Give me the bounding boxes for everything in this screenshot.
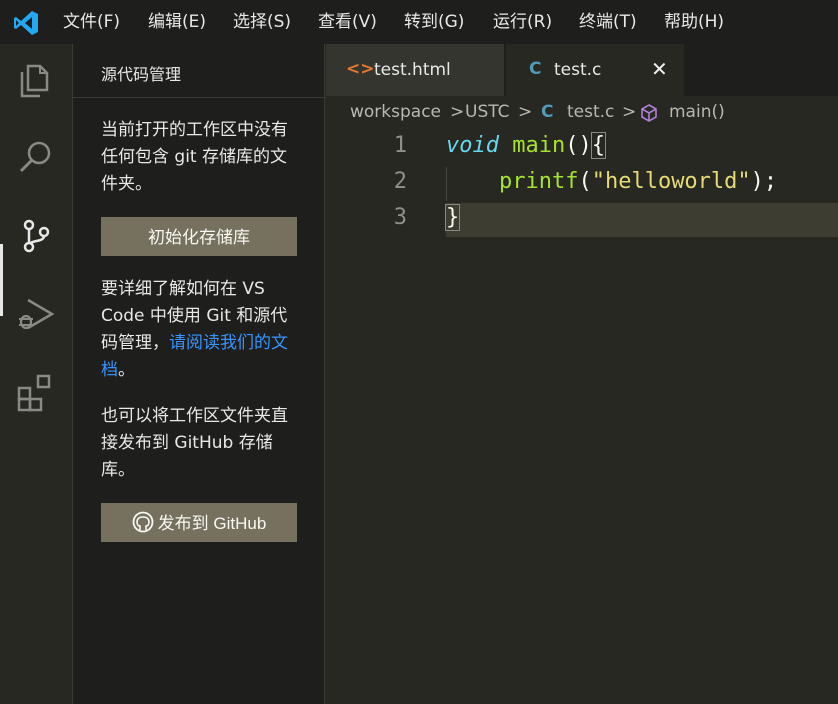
chevron-right-icon: >	[518, 102, 533, 122]
tab-test-html[interactable]: <> test.html	[326, 44, 504, 96]
line-number: 1	[393, 133, 407, 158]
tab-test-c[interactable]: C test.c ✕	[506, 44, 684, 96]
menu-file[interactable]: 文件(F)	[63, 11, 120, 33]
github-icon	[132, 511, 154, 533]
activity-search[interactable]	[0, 122, 72, 192]
breadcrumb-ustc[interactable]: USTC	[465, 102, 510, 122]
menu-run[interactable]: 运行(R)	[493, 11, 552, 33]
code-line-3: }	[444, 204, 461, 231]
line-number: 2	[393, 169, 407, 194]
close-brace: }	[444, 204, 461, 231]
code-editor[interactable]: 1 2 3 void main(){ printf("helloworld");…	[326, 130, 838, 704]
tab-label: test.html	[374, 60, 451, 80]
open-paren: (	[578, 169, 592, 194]
menu-selection[interactable]: 选择(S)	[233, 11, 291, 33]
code-line-2: printf("helloworld");	[446, 169, 777, 194]
parens: ()	[565, 133, 592, 158]
c-file-icon: C	[529, 59, 542, 79]
search-icon	[19, 141, 51, 173]
chevron-right-icon: >	[622, 102, 637, 122]
c-file-icon: C	[541, 102, 554, 122]
menu-go[interactable]: 转到(G)	[404, 11, 464, 33]
breadcrumb-test-c[interactable]: test.c	[567, 102, 614, 122]
active-indicator	[0, 244, 3, 316]
breadcrumb-main[interactable]: main()	[669, 102, 725, 122]
title-bar: 文件(F) 编辑(E) 选择(S) 查看(V) 转到(G) 运行(R) 终端(T…	[0, 0, 838, 44]
publish-button-label: 发布到 GitHub	[157, 514, 267, 533]
run-debug-icon	[19, 298, 55, 330]
editor-tabs: <> test.html C test.c ✕	[326, 44, 838, 96]
publish-to-github-button[interactable]: 发布到 GitHub	[101, 503, 297, 542]
publish-message: 也可以将工作区文件夹直接发布到 GitHub 存储库。	[101, 406, 288, 480]
divider	[73, 97, 326, 98]
breadcrumb-workspace[interactable]: workspace	[350, 102, 441, 122]
activity-source-control[interactable]	[0, 200, 72, 270]
current-line-highlight	[446, 203, 838, 237]
html-file-icon: <>	[346, 59, 375, 79]
no-repo-message: 当前打开的工作区中没有任何包含 git 存储库的文件夹。	[101, 120, 288, 194]
initialize-repository-button[interactable]: 初始化存储库	[101, 217, 297, 256]
extensions-icon	[17, 374, 51, 412]
tab-label: test.c	[554, 60, 602, 80]
menu-view[interactable]: 查看(V)	[318, 11, 377, 33]
string-literal: "helloworld"	[591, 169, 751, 194]
chevron-right-icon: >	[450, 102, 465, 122]
close-icon[interactable]: ✕	[651, 57, 668, 81]
vscode-logo-icon	[14, 11, 38, 35]
menu-edit[interactable]: 编辑(E)	[148, 11, 206, 33]
keyword-void: void	[446, 133, 499, 158]
docs-message: 要详细了解如何在 VS Code 中使用 Git 和源代码管理，请阅读我们的文档…	[101, 276, 301, 384]
activity-explorer[interactable]	[0, 44, 72, 114]
source-control-icon	[23, 219, 50, 253]
explorer-icon	[20, 64, 49, 98]
source-control-panel: 源代码管理 当前打开的工作区中没有任何包含 git 存储库的文件夹。 初始化存储…	[72, 44, 326, 704]
menu-help[interactable]: 帮助(H)	[664, 11, 724, 33]
activity-extensions[interactable]	[0, 356, 72, 426]
activity-bar	[0, 44, 72, 704]
function-printf: printf	[498, 169, 579, 194]
code-line-1: void main(){	[446, 132, 606, 159]
menu-terminal[interactable]: 终端(T)	[579, 11, 637, 33]
close-paren-semicolon: );	[750, 169, 778, 194]
open-brace: {	[590, 132, 606, 159]
function-main: main	[512, 133, 566, 158]
docs-message-end: 。	[118, 360, 135, 380]
line-number: 3	[393, 205, 407, 230]
method-cube-icon	[641, 104, 657, 122]
activity-run-debug[interactable]	[0, 278, 72, 348]
sidebar-title: 源代码管理	[101, 65, 182, 84]
